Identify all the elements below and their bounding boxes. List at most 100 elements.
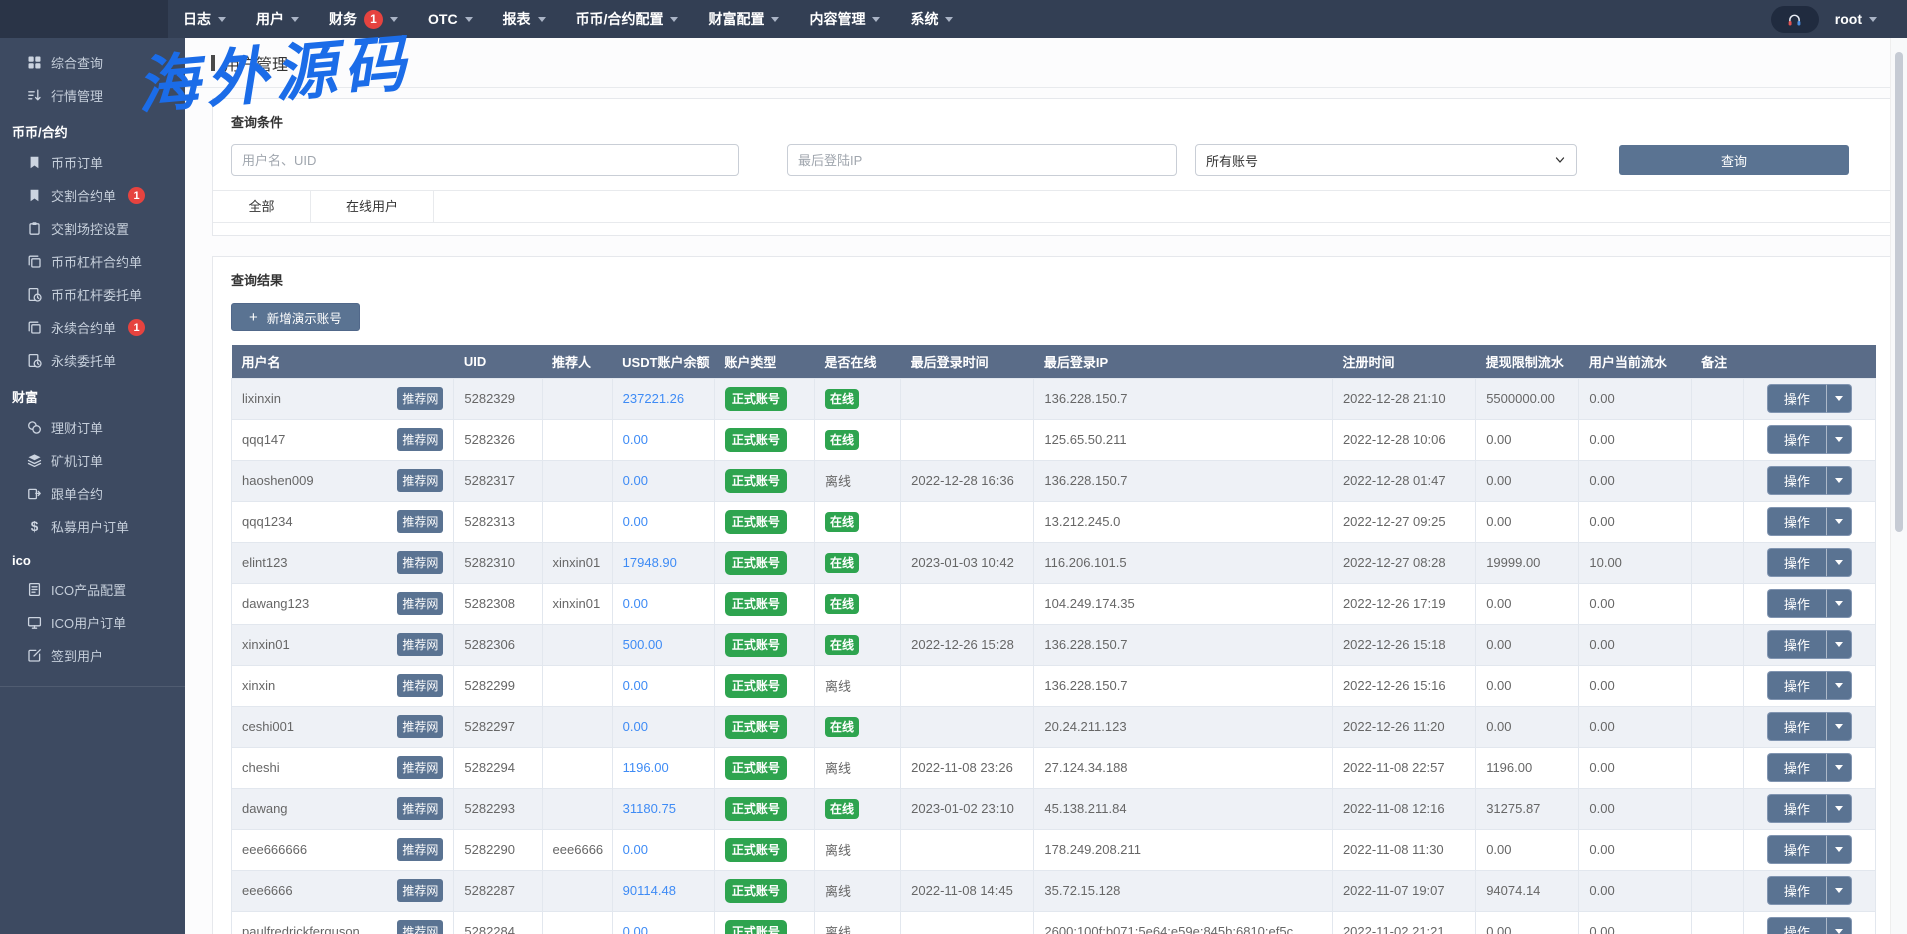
user-menu[interactable]: root — [1835, 11, 1877, 27]
action-button[interactable]: 操作 — [1767, 384, 1826, 413]
action-button[interactable]: 操作 — [1767, 548, 1826, 577]
balance-link[interactable]: 500.00 — [623, 637, 663, 652]
sidebar-item-perpetual-entrust-orders[interactable]: 永续委托单 — [0, 344, 185, 377]
balance-link[interactable]: 1196.00 — [623, 760, 669, 775]
account-type-badge: 正式账号 — [725, 715, 787, 739]
sidebar-item-market-management[interactable]: 行情管理 — [0, 79, 185, 112]
referral-badge[interactable]: 推荐网 — [397, 428, 443, 451]
referral-badge[interactable]: 推荐网 — [397, 756, 443, 779]
action-dropdown-button[interactable] — [1826, 384, 1852, 413]
balance-link[interactable]: 0.00 — [623, 924, 648, 934]
action-button[interactable]: 操作 — [1767, 425, 1826, 454]
scrollbar[interactable] — [1890, 38, 1907, 934]
sidebar-item-perpetual-contract-orders[interactable]: 永续合约单1 — [0, 311, 185, 344]
account-type-select[interactable]: 所有账号 — [1195, 144, 1577, 176]
balance-link[interactable]: 0.00 — [623, 719, 648, 734]
sidebar-item-coin-orders[interactable]: 币币订单 — [0, 146, 185, 179]
sidebar-item-composite-query[interactable]: 综合查询 — [0, 46, 185, 79]
nav-item-coin-contract-config[interactable]: 币币/合约配置 — [561, 0, 694, 38]
action-dropdown-button[interactable] — [1826, 589, 1852, 618]
action-dropdown-button[interactable] — [1826, 425, 1852, 454]
nav-item-system[interactable]: 系统 — [895, 0, 968, 38]
headset-icon[interactable] — [1771, 6, 1819, 33]
referral-badge[interactable]: 推荐网 — [397, 715, 443, 738]
action-button[interactable]: 操作 — [1767, 630, 1826, 659]
nav-item-logs[interactable]: 日志 — [168, 0, 241, 38]
sidebar-item-checkin-users[interactable]: 签到用户 — [0, 639, 185, 672]
referral-badge[interactable]: 推荐网 — [397, 510, 443, 533]
action-button[interactable]: 操作 — [1767, 794, 1826, 823]
nav-item-otc[interactable]: OTC — [413, 0, 488, 38]
action-dropdown-button[interactable] — [1826, 835, 1852, 864]
sidebar-item-margin-contract-orders[interactable]: 币币杠杆合约单 — [0, 245, 185, 278]
referrer: xinxin01 — [542, 542, 612, 583]
action-button[interactable]: 操作 — [1767, 835, 1826, 864]
referral-badge[interactable]: 推荐网 — [397, 387, 443, 410]
action-button[interactable]: 操作 — [1767, 671, 1826, 700]
action-dropdown-button[interactable] — [1826, 507, 1852, 536]
balance-link[interactable]: 0.00 — [623, 596, 648, 611]
action-button[interactable]: 操作 — [1767, 917, 1826, 934]
sidebar-item-ico-user-orders[interactable]: ICO用户订单 — [0, 606, 185, 639]
referral-badge[interactable]: 推荐网 — [397, 674, 443, 697]
sidebar-item-delivery-control-settings[interactable]: 交割场控设置 — [0, 212, 185, 245]
balance-link[interactable]: 31180.75 — [623, 801, 676, 816]
action-dropdown-button[interactable] — [1826, 876, 1852, 905]
register-time: 2022-12-27 09:25 — [1332, 501, 1475, 542]
action-button[interactable]: 操作 — [1767, 712, 1826, 741]
balance-link[interactable]: 0.00 — [623, 432, 648, 447]
sidebar-item-delivery-contract-orders[interactable]: 交割合约单1 — [0, 179, 185, 212]
action-button[interactable]: 操作 — [1767, 589, 1826, 618]
nav-item-users[interactable]: 用户 — [241, 0, 314, 38]
nav-item-reports[interactable]: 报表 — [488, 0, 561, 38]
search-button[interactable]: 查询 — [1619, 145, 1849, 175]
file-clock-icon — [27, 287, 42, 302]
action-dropdown-button[interactable] — [1826, 548, 1852, 577]
sidebar-item-margin-entrust-orders[interactable]: 币币杠杆委托单 — [0, 278, 185, 311]
action-button[interactable]: 操作 — [1767, 753, 1826, 782]
balance-link[interactable]: 0.00 — [623, 678, 648, 693]
referral-badge[interactable]: 推荐网 — [397, 551, 443, 574]
table-row: dawang推荐网528229331180.75正式账号在线2023-01-02… — [232, 788, 1876, 829]
nav-item-wealth-config[interactable]: 财富配置 — [693, 0, 794, 38]
last-login-ip-input[interactable] — [787, 144, 1177, 176]
action-dropdown-button[interactable] — [1826, 712, 1852, 741]
action-button[interactable]: 操作 — [1767, 466, 1826, 495]
referral-badge[interactable]: 推荐网 — [397, 797, 443, 820]
referral-badge[interactable]: 推荐网 — [397, 838, 443, 861]
action-dropdown-button[interactable] — [1826, 753, 1852, 782]
action-dropdown-button[interactable] — [1826, 671, 1852, 700]
scrollbar-thumb[interactable] — [1895, 52, 1903, 532]
add-demo-account-button[interactable]: + 新增演示账号 — [231, 303, 360, 331]
balance-link[interactable]: 90114.48 — [623, 883, 676, 898]
action-dropdown-button[interactable] — [1826, 917, 1852, 934]
action-dropdown-button[interactable] — [1826, 630, 1852, 659]
tab-online-users[interactable]: 在线用户 — [311, 191, 434, 222]
balance-link[interactable]: 0.00 — [623, 473, 648, 488]
referral-badge[interactable]: 推荐网 — [397, 592, 443, 615]
referral-badge[interactable]: 推荐网 — [397, 920, 443, 934]
register-time: 2022-11-08 11:30 — [1332, 829, 1475, 870]
balance-link[interactable]: 0.00 — [623, 514, 648, 529]
action-dropdown-button[interactable] — [1826, 466, 1852, 495]
balance-link[interactable]: 237221.26 — [623, 391, 684, 406]
tab-all[interactable]: 全部 — [213, 191, 311, 222]
nav-item-content[interactable]: 内容管理 — [794, 0, 895, 38]
balance-link[interactable]: 17948.90 — [623, 555, 677, 570]
sidebar-item-finance-orders[interactable]: 理财订单 — [0, 411, 185, 444]
referral-badge[interactable]: 推荐网 — [397, 633, 443, 656]
action-button[interactable]: 操作 — [1767, 507, 1826, 536]
username-uid-input[interactable] — [231, 144, 739, 176]
action-button[interactable]: 操作 — [1767, 876, 1826, 905]
referral-badge[interactable]: 推荐网 — [397, 879, 443, 902]
balance-link[interactable]: 0.00 — [623, 842, 648, 857]
action-dropdown-button[interactable] — [1826, 794, 1852, 823]
register-time: 2022-12-26 15:18 — [1332, 624, 1475, 665]
nav-item-finance[interactable]: 财务1 — [314, 0, 413, 38]
sidebar-item-copy-trade-contracts[interactable]: 跟单合约 — [0, 477, 185, 510]
sidebar-item-private-fund-orders[interactable]: $私募用户订单 — [0, 510, 185, 543]
sidebar-item-miner-orders[interactable]: 矿机订单 — [0, 444, 185, 477]
referral-badge[interactable]: 推荐网 — [397, 469, 443, 492]
notification-badge: 1 — [128, 187, 145, 204]
sidebar-item-ico-product-config[interactable]: ICO产品配置 — [0, 573, 185, 606]
